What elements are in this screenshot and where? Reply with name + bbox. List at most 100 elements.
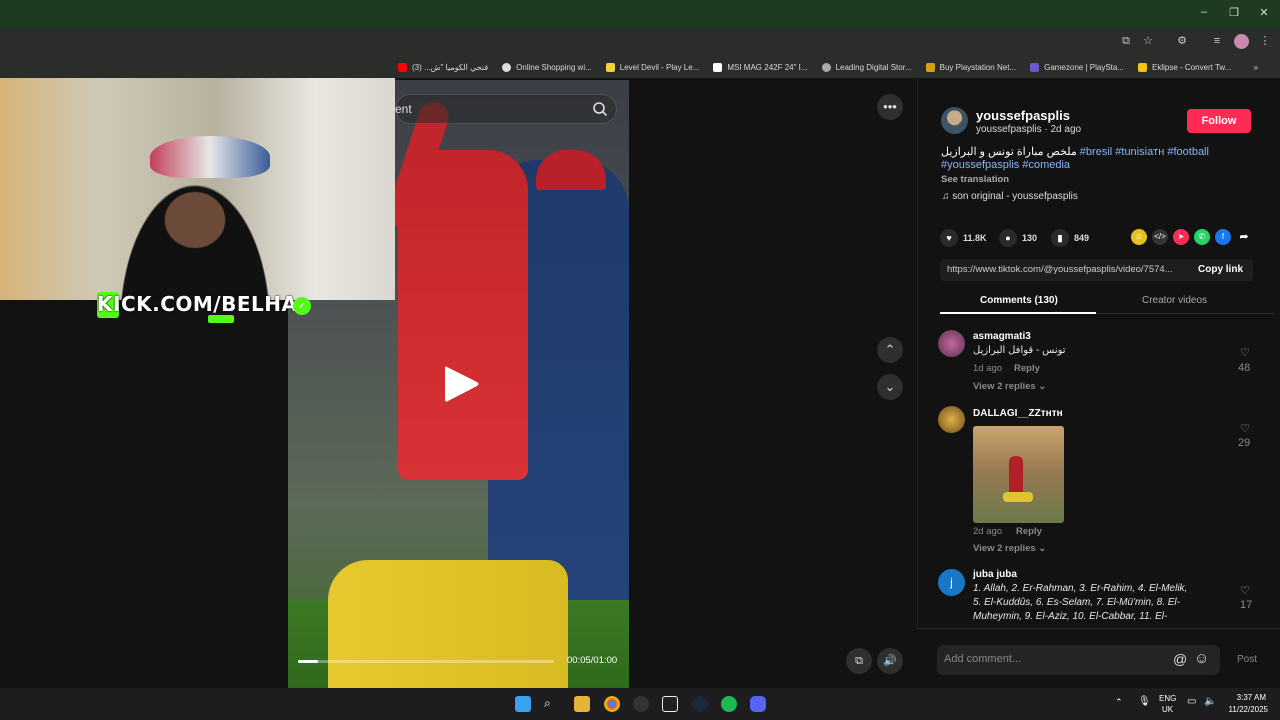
input-layout[interactable]: UK [1162,705,1173,714]
tray-chevron-icon[interactable]: ⌃ [1115,697,1123,708]
facebook-icon[interactable]: f [1215,229,1231,245]
hashtag-link[interactable]: #youssefpasplis [941,159,1019,171]
bookmark-item[interactable]: Eklipse - Convert Tw... [1138,62,1231,72]
comment-like-count: 29 [1238,437,1251,449]
previous-video-icon[interactable]: ⌃ [877,337,903,363]
video-progress-bar[interactable] [298,660,554,663]
msi-icon [713,62,723,72]
save-action[interactable]: ▮ 849 [1051,229,1089,247]
hashtag-link[interactable]: #football [1167,146,1209,158]
post-comment-button[interactable]: Post [1237,654,1257,665]
music-note-icon: ♫ [942,191,953,202]
network-icon[interactable]: ▭ [1187,696,1196,707]
bookmark-item[interactable]: Level Devil - Play Le... [605,62,699,72]
post-caption-line2: #youssefpasplis #comedia [941,159,1070,171]
tiktok-page: ent 00:05/01:00 ••• ⌃ ⌄ ⧉ 🔊 KICK.COM/BEL… [0,78,1280,688]
profile-avatar-icon[interactable] [1234,34,1249,49]
hashtag-link[interactable]: #bresil [1080,146,1112,158]
epic-games-icon[interactable] [662,696,678,712]
follow-button[interactable]: Follow [1187,109,1251,133]
comment-like-icon[interactable]: ♡ [1235,422,1255,435]
copy-link-button[interactable]: Copy link [1198,264,1243,275]
microphone-icon[interactable]: 🎙 [1138,696,1151,707]
extensions-icon[interactable]: ⚙ [1175,34,1189,48]
bookmark-star-icon[interactable]: ☆ [1141,34,1155,48]
comment-bubble-icon: ● [999,229,1017,247]
comment-like-count: 48 [1238,362,1251,374]
minimize-icon[interactable]: – [1196,6,1212,18]
bookmark-item[interactable]: MSI MAG 242F 24" I... [713,62,808,72]
like-action[interactable]: ♥ 11.8K [940,229,987,247]
search-icon[interactable] [592,101,608,117]
comment-avatar[interactable]: j [938,569,965,596]
sound-name: son original - youssefpasplis [952,191,1078,202]
search-input[interactable] [395,94,617,124]
bookmarks-bar: فتحي الكوميا "ش... (3) Online Shopping w… [0,56,1280,78]
next-video-icon[interactable]: ⌄ [877,374,903,400]
more-bookmarks-icon[interactable]: » [1253,63,1257,72]
author-username[interactable]: youssefpasplis [976,108,1070,123]
see-translation-link[interactable]: See translation [941,174,1009,185]
bookmark-item[interactable]: Buy Playstation Net... [925,62,1016,72]
bookmark-item[interactable]: Online Shopping wi... [502,62,592,72]
mention-icon[interactable]: @ [1173,651,1187,667]
volume-icon[interactable]: 🔊 [877,648,903,674]
windows-start-icon[interactable] [515,696,531,712]
discord-icon[interactable] [750,696,766,712]
hashtag-link[interactable]: #comedia [1022,159,1070,171]
input-language[interactable]: ENG [1159,694,1176,703]
floating-player-icon[interactable]: ⧉ [846,648,872,674]
comment-text: تونس - قوافل البرازيل [973,345,1066,356]
clock-time[interactable]: 3:37 AM [1234,693,1266,702]
hashtag-link[interactable]: #tunisiaтн [1115,146,1164,158]
kick-url: KICK.COM/BELHA [97,292,298,316]
play-icon[interactable] [441,363,481,405]
comment-like-icon[interactable]: ♡ [1235,346,1255,359]
sound-link[interactable]: ♫ son original - youssefpasplis [942,191,1078,202]
install-app-icon[interactable]: ⧉ [1119,34,1133,48]
view-replies-button[interactable]: View 2 replies ⌄ [973,381,1046,392]
comment-image[interactable] [973,426,1064,523]
share-arrow-icon[interactable]: ➦ [1236,229,1252,245]
tab-creator-videos[interactable]: Creator videos [1142,295,1207,306]
embed-icon[interactable]: </> [1152,229,1168,245]
tab-comments[interactable]: Comments (130) [980,295,1058,306]
restore-icon[interactable]: ❐ [1226,6,1242,19]
friends-share-icon[interactable]: ☺ [1131,229,1147,245]
comment-username[interactable]: juba juba [973,569,1017,580]
comment-avatar[interactable] [938,406,965,433]
send-icon[interactable]: ➤ [1173,229,1189,245]
verified-check-icon: ✓ [293,297,311,315]
comment-username[interactable]: DALLAGI__ZZтнтн [973,408,1063,419]
reply-button[interactable]: Reply [1014,363,1040,374]
search-icon[interactable]: ⌕ [544,696,560,712]
comment-action[interactable]: ● 130 [999,229,1037,247]
bookmark-item[interactable]: Leading Digital Stor... [821,62,912,72]
post-caption: ملخص مباراة تونس و البرازيل #bresil #tun… [941,145,1209,158]
close-icon[interactable]: ✕ [1256,6,1272,19]
comment-like-icon[interactable]: ♡ [1235,584,1255,597]
view-replies-button[interactable]: View 2 replies ⌄ [973,543,1046,554]
author-avatar[interactable] [941,107,968,134]
comment-avatar[interactable] [938,330,965,357]
emoji-icon[interactable]: ☺ [1194,650,1209,667]
obs-icon[interactable] [633,696,649,712]
bookmark-item[interactable]: فتحي الكوميا "ش... (3) [398,62,488,72]
steam-icon[interactable] [692,696,708,712]
whatsapp-icon[interactable]: ✆ [1194,229,1210,245]
volume-tray-icon[interactable]: 🔈 [1204,696,1216,707]
comment-time: 2d ago [973,526,1003,537]
browser-menu-icon[interactable]: ⋮ [1258,34,1272,48]
bookmark-item[interactable]: Gamezone | PlaySta... [1030,62,1124,72]
media-control-icon[interactable]: ≡ [1210,34,1224,48]
chrome-icon[interactable] [604,696,620,712]
clock-date[interactable]: 11/22/2025 [1224,705,1268,714]
reply-button[interactable]: Reply [1016,526,1042,537]
site-icon [502,62,512,72]
file-explorer-icon[interactable] [574,696,590,712]
comment-input-placeholder: Add comment... [944,653,1022,665]
comment-username[interactable]: asmagmati3 [973,331,1031,342]
spotify-icon[interactable] [721,696,737,712]
more-options-icon[interactable]: ••• [877,94,903,120]
site-icon [925,62,935,72]
